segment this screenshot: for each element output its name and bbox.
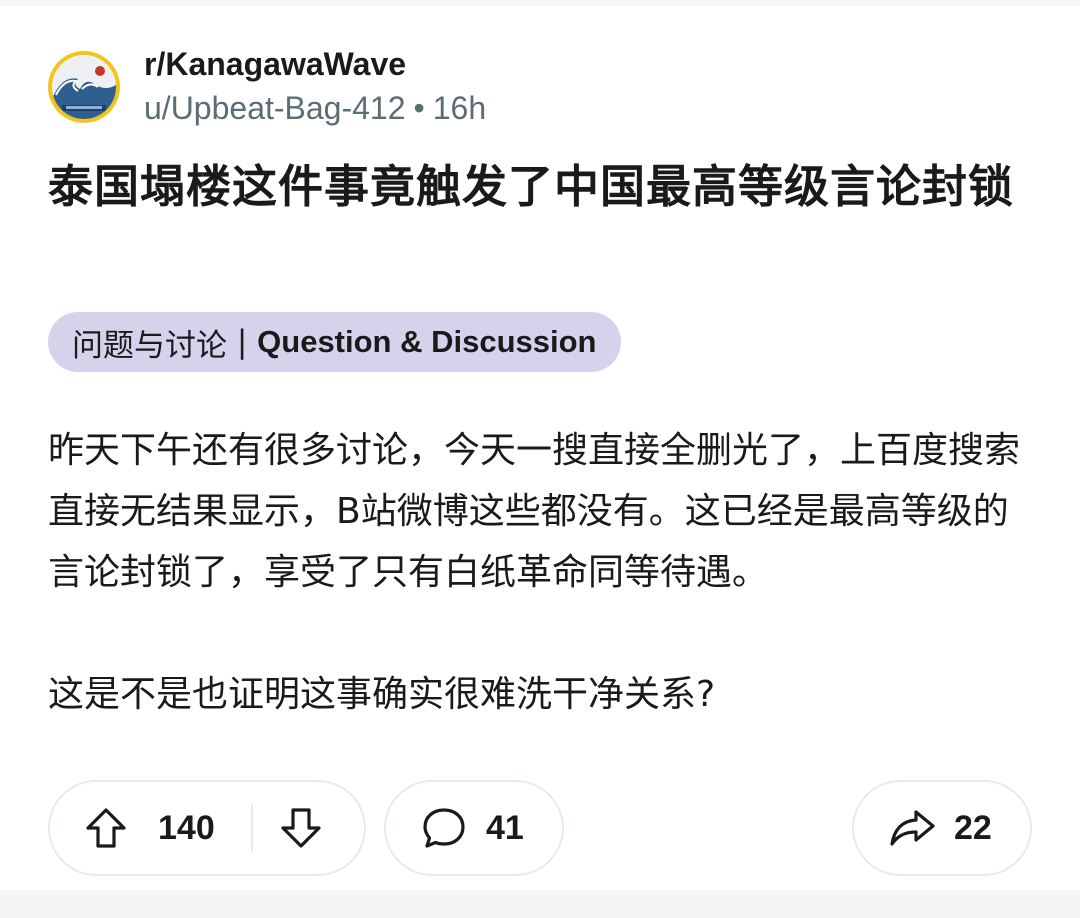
action-bar: 140 41 22 — [0, 780, 1080, 878]
share-button[interactable]: 22 — [852, 780, 1032, 876]
vote-pill: 140 — [48, 780, 366, 876]
post-body: 昨天下午还有很多讨论，今天一搜直接全删光了，上百度搜索直接无结果显示，B站微博这… — [48, 420, 1028, 725]
post-header: r/KanagawaWave u/Upbeat-Bag-412 • 16h — [48, 44, 486, 130]
vote-count: 140 — [158, 808, 215, 847]
comment-bubble-icon — [423, 808, 465, 848]
great-wave-icon — [52, 55, 116, 119]
body-paragraph: 昨天下午还有很多讨论，今天一搜直接全删光了，上百度搜索直接无结果显示，B站微博这… — [48, 430, 1021, 593]
arrow-down-icon — [281, 808, 321, 848]
upvote-button[interactable] — [84, 806, 128, 850]
post-flair[interactable]: 问题与讨论 | Question & Discussion — [48, 312, 621, 372]
share-icon-wrap — [888, 806, 936, 850]
share-count: 22 — [954, 808, 992, 847]
author-name[interactable]: u/Upbeat-Bag-412 — [144, 90, 406, 126]
meta-separator: • — [413, 90, 425, 126]
post-meta: r/KanagawaWave u/Upbeat-Bag-412 • 16h — [144, 44, 486, 130]
subreddit-name[interactable]: r/KanagawaWave — [144, 44, 486, 84]
post-page: r/KanagawaWave u/Upbeat-Bag-412 • 16h 泰国塌楼… — [0, 0, 1080, 918]
flair-separator: | — [227, 324, 258, 360]
arrow-up-icon — [86, 808, 126, 848]
vote-divider — [250, 804, 253, 852]
post-age: 16h — [432, 90, 487, 126]
subreddit-avatar[interactable] — [48, 51, 120, 123]
byline: u/Upbeat-Bag-412 • 16h — [144, 86, 486, 130]
downvote-button[interactable] — [279, 806, 323, 850]
top-divider — [0, 0, 1080, 6]
comment-count: 41 — [486, 808, 524, 847]
share-arrow-icon — [890, 810, 935, 846]
comment-icon-wrap — [422, 806, 466, 850]
bottom-divider — [0, 890, 1080, 918]
body-paragraph: 这是不是也证明这事确实很难洗干净关系? — [48, 674, 716, 715]
post-title[interactable]: 泰国塌楼这件事竟触发了中国最高等级言论封锁 — [48, 156, 1028, 218]
comments-button[interactable]: 41 — [384, 780, 564, 876]
flair-zh: 问题与讨论 — [72, 327, 227, 364]
flair-en: Question & Discussion — [257, 324, 597, 359]
